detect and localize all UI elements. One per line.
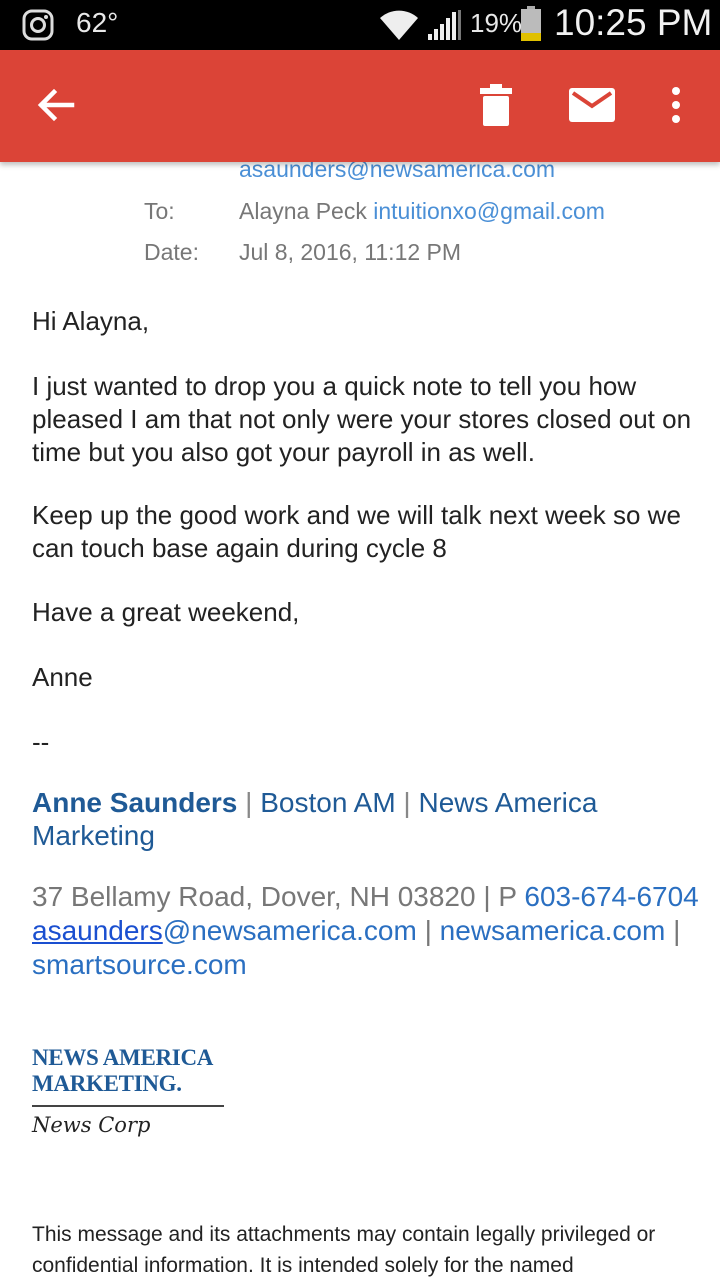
more-vert-icon[interactable] [660, 80, 692, 130]
battery-icon [521, 6, 541, 41]
separator: | [245, 787, 253, 818]
to-name: Alayna Peck [239, 198, 367, 224]
message-greeting: Hi Alayna, [32, 306, 150, 336]
email-domain-link[interactable]: @newsamerica.com [163, 915, 417, 946]
wifi-icon [380, 10, 418, 40]
signature-name: Anne Saunders [32, 787, 238, 818]
message-paragraph: Keep up the good work and we will talk n… [32, 500, 681, 563]
instagram-icon [22, 9, 54, 41]
message-signoff: Anne [32, 662, 93, 692]
message-paragraph: Have a great weekend, [32, 597, 300, 627]
separator: | [424, 915, 432, 946]
signature-name-line: Anne Saunders | Boston AM | News America… [32, 786, 702, 852]
status-bar: 62° 19% 10:25 PM [0, 0, 720, 50]
news-america-logo: NEWS AMERICA MARKETING. [32, 1045, 213, 1097]
separator: | [403, 787, 411, 818]
app-toolbar [0, 50, 720, 162]
signature-office: Boston AM [260, 787, 396, 818]
to-label: To: [144, 198, 175, 224]
separator: | [483, 881, 491, 912]
to-field: Alayna Peck intuitionxo@gmail.com [239, 197, 605, 225]
logo-line: MARKETING. [32, 1071, 182, 1096]
newsamerica-link[interactable]: newsamerica.com [440, 915, 666, 946]
signature-separator: -- [32, 727, 50, 757]
date-label: Date: [144, 239, 199, 265]
to-email-link[interactable]: intuitionxo@gmail.com [373, 198, 605, 224]
news-corp-logo: News Corp [32, 1113, 151, 1137]
logo-line: NEWS AMERICA [32, 1045, 214, 1070]
legal-disclaimer: This message and its attachments may con… [32, 1223, 656, 1277]
temperature: 62° [76, 7, 119, 38]
back-arrow-icon[interactable] [30, 80, 80, 130]
delete-icon[interactable] [474, 80, 518, 130]
mail-icon[interactable] [566, 82, 618, 128]
email-user-link[interactable]: asaunders [32, 915, 163, 946]
smartsource-link[interactable]: smartsource.com [32, 949, 247, 980]
signature-contact: 37 Bellamy Road, Dover, NH 03820 | P 603… [32, 880, 702, 982]
date-value: Jul 8, 2016, 11:12 PM [239, 239, 462, 265]
signature-address: 37 Bellamy Road, Dover, NH 03820 [32, 881, 476, 912]
signal-icon [428, 10, 461, 40]
logo-divider [32, 1105, 224, 1107]
battery-percent: 19% [470, 8, 523, 38]
message-paragraph: I just wanted to drop you a quick note t… [32, 371, 692, 467]
phone-prefix: P [498, 881, 517, 912]
phone-link[interactable]: 603-674-6704 [524, 881, 698, 912]
clock: 10:25 PM [554, 2, 713, 43]
separator: | [673, 915, 681, 946]
